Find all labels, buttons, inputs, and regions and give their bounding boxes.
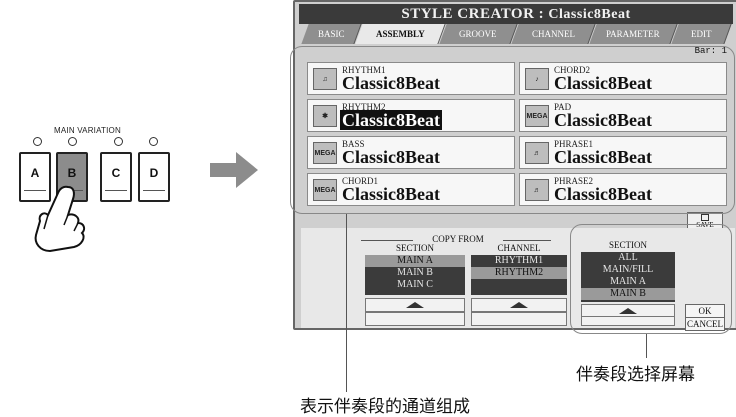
channel-grid-callout: [290, 46, 735, 214]
variation-b-label: B: [67, 166, 77, 180]
variation-b-led-icon: [68, 137, 77, 146]
section-screen-caption: 伴奏段选择屏幕: [576, 365, 695, 385]
channel-leader-line: [346, 214, 347, 392]
variation-a-led-icon: [33, 137, 42, 146]
list-item[interactable]: MAIN A: [365, 255, 465, 267]
main-variation-label: MAIN VARIATION: [54, 126, 121, 135]
list-item[interactable]: MAIN C: [365, 279, 465, 291]
up-triangle-icon: [406, 302, 424, 308]
copy-from-section-stepper[interactable]: [365, 298, 465, 312]
pressing-hand-icon: [34, 185, 86, 253]
variation-d-led-icon: [149, 137, 158, 146]
copy-from-channel-header: CHANNEL: [497, 243, 541, 253]
screen-title: STYLE CREATOR : Classic8Beat: [299, 4, 733, 24]
tab-groove[interactable]: GROOVE: [439, 24, 518, 44]
variation-d-button[interactable]: D: [138, 152, 170, 202]
variation-c-button[interactable]: C: [100, 152, 132, 202]
copy-from-section-stepper-2[interactable]: [365, 312, 465, 326]
tab-basic[interactable]: BASIC: [301, 24, 362, 44]
save-icon: [701, 214, 709, 221]
section-leader-line: [646, 334, 647, 358]
right-arrow-icon: [210, 152, 258, 188]
copy-from-channel-stepper[interactable]: [471, 298, 567, 312]
title-prefix: STYLE CREATOR :: [401, 6, 549, 22]
list-item[interactable]: MAIN B: [365, 267, 465, 279]
up-triangle-icon: [510, 302, 528, 308]
tab-parameter[interactable]: PARAMETER: [589, 24, 678, 44]
tab-channel[interactable]: CHANNEL: [511, 24, 596, 44]
variation-d-label: D: [149, 166, 159, 180]
copy-from-section-header: SECTION: [396, 243, 434, 253]
copy-from-channel-list[interactable]: RHYTHM1 RHYTHM2: [471, 255, 567, 295]
variation-c-led-icon: [114, 137, 123, 146]
list-item[interactable]: RHYTHM1: [471, 255, 567, 267]
list-item[interactable]: RHYTHM2: [471, 267, 567, 279]
channel-composition-caption: 表示伴奏段的通道组成: [300, 397, 470, 417]
title-style-name: Classic8Beat: [548, 7, 631, 22]
section-select-callout: [570, 224, 732, 334]
variation-c-label: C: [111, 166, 121, 180]
tab-edit[interactable]: EDIT: [671, 24, 732, 44]
copy-from-channel-stepper-2[interactable]: [471, 312, 567, 326]
copy-from-section-list[interactable]: MAIN A MAIN B MAIN C: [365, 255, 465, 295]
tab-assembly[interactable]: ASSEMBLY: [355, 24, 446, 44]
variation-a-label: A: [30, 166, 40, 180]
tab-bar: BASIC ASSEMBLY GROOVE CHANNEL PARAMETER …: [297, 24, 736, 44]
